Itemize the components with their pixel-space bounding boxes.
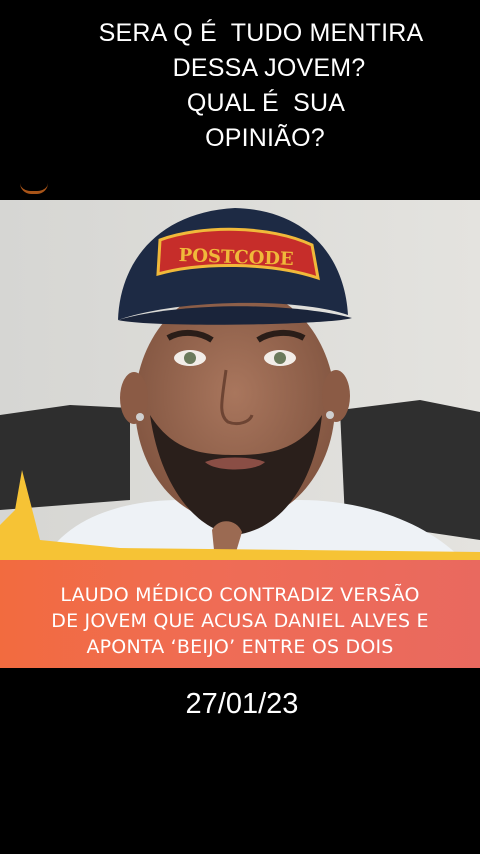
banner-line-1: LAUDO MÉDICO CONTRADIZ VERSÃO [60,584,420,606]
banner-line-3: APONTA ‘BEIJO’ ENTRE OS DOIS [86,636,394,658]
caption-line-4: OPINIÃO? [205,124,325,152]
banner-line-2: DE JOVEM QUE ACUSA DANIEL ALVES E [51,610,429,632]
partial-emoji-icon [20,183,48,194]
caption-line-1: SERA Q É TUDO MENTIRA [98,19,424,47]
banner-headline: LAUDO MÉDICO CONTRADIZ VERSÃO DE JOVEM Q… [0,582,480,660]
cap-logo-text: POSTCODE [178,245,294,270]
banner-accent-shape [0,470,480,560]
caption: SERA Q É TUDO MENTIRA DESSA JOVEM? QUAL … [0,16,480,156]
caption-line-2: DESSA JOVEM? [172,54,366,82]
caption-line-3: QUAL É SUA [186,89,346,117]
date-label: 27/01/23 [185,688,299,720]
